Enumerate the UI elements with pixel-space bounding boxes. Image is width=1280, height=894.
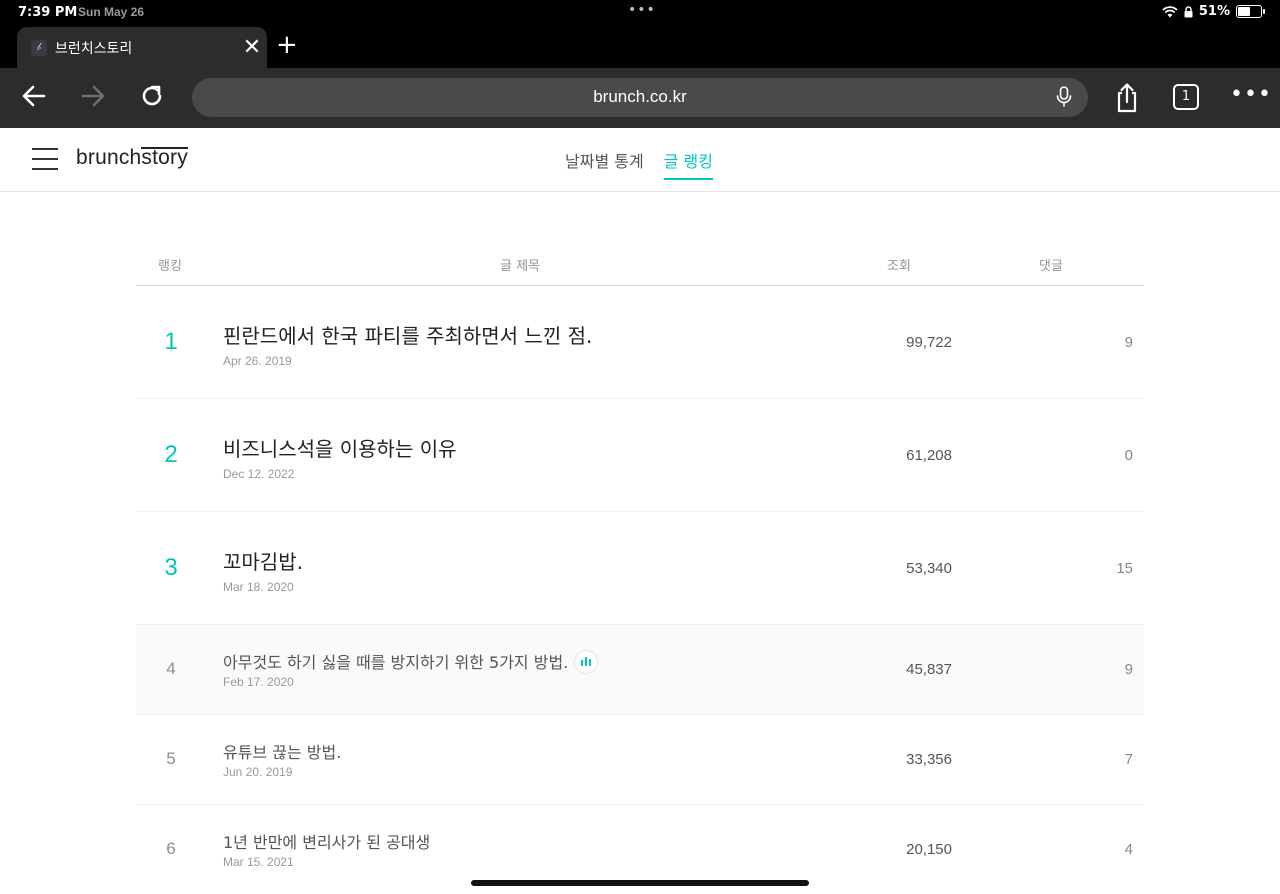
stats-chart-icon[interactable] — [574, 649, 599, 674]
comment-count: 9 — [1124, 661, 1133, 678]
tab-title: 브런치스토리 — [55, 40, 133, 57]
rank-number: 3 — [164, 554, 178, 581]
share-icon[interactable] — [1111, 82, 1145, 114]
url-text: brunch.co.kr — [593, 87, 687, 106]
tab-post-ranking[interactable]: 글 랭킹 — [663, 148, 713, 180]
tab-bar: 𝒷 브런치스토리 ✕ + — [0, 26, 1280, 68]
post-title-wrap[interactable]: 아무것도 하기 싫을 때를 방지하기 위한 5가지 방법. — [223, 649, 599, 676]
rank-number: 5 — [166, 749, 176, 768]
comment-count: 0 — [1124, 447, 1133, 464]
back-arrow-icon[interactable] — [17, 82, 51, 114]
microphone-icon[interactable] — [1056, 86, 1072, 108]
comment-count: 15 — [1116, 560, 1133, 577]
brunch-story-logo[interactable]: brunchstory — [76, 146, 188, 170]
comment-count: 9 — [1124, 334, 1133, 351]
header-comments: 댓글 — [1039, 259, 1063, 274]
site-header: brunchstory 날짜별 통계 글 랭킹 — [0, 128, 1280, 192]
logo-story: story — [141, 146, 188, 169]
stats-nav: 날짜별 통계 글 랭킹 — [565, 148, 713, 180]
address-bar[interactable]: brunch.co.kr — [192, 78, 1088, 117]
browser-tab[interactable]: 𝒷 브런치스토리 ✕ — [17, 27, 267, 68]
comment-count: 7 — [1124, 751, 1133, 768]
rank-number: 4 — [166, 659, 176, 678]
post-title[interactable]: 유튜브 끊는 방법. — [223, 739, 341, 763]
wifi-icon — [1162, 5, 1178, 17]
table-row[interactable]: 3 꼬마김밥. Mar 18. 2020 53,340 15 — [136, 512, 1144, 625]
lock-rotation-icon — [1184, 5, 1193, 17]
status-time: 7:39 PM — [18, 5, 78, 20]
tab-daily-stats[interactable]: 날짜별 통계 — [565, 148, 644, 180]
menu-icon[interactable] — [32, 148, 58, 170]
new-tab-icon[interactable]: + — [276, 30, 298, 60]
post-date: Jun 20. 2019 — [223, 765, 293, 779]
multitasking-dots-icon[interactable]: ••• — [628, 2, 656, 18]
status-right: 51% — [1162, 4, 1265, 19]
post-title[interactable]: 꼬마김밥. — [223, 546, 303, 575]
rank-number: 2 — [164, 441, 178, 468]
forward-arrow-icon[interactable] — [76, 82, 110, 114]
battery-percent: 51% — [1198, 4, 1230, 19]
rank-number: 6 — [166, 839, 176, 858]
post-title: 아무것도 하기 싫을 때를 방지하기 위한 5가지 방법. — [223, 653, 569, 672]
battery-icon — [1236, 5, 1265, 18]
table-header: 랭킹 글 제목 조회 댓글 — [136, 242, 1144, 286]
brunch-favicon-icon: 𝒷 — [31, 39, 47, 56]
comment-count: 4 — [1124, 841, 1133, 858]
logo-main: brunch — [76, 146, 142, 169]
status-date: Sun May 26 — [78, 5, 145, 19]
more-options-icon[interactable]: ••• — [1230, 82, 1272, 107]
post-title[interactable]: 1년 반만에 변리사가 된 공대생 — [223, 829, 430, 853]
home-indicator[interactable] — [471, 880, 809, 886]
view-count: 45,837 — [906, 661, 952, 678]
browser-toolbar: brunch.co.kr 1 ••• — [0, 68, 1280, 128]
header-views: 조회 — [887, 259, 911, 274]
post-date: Mar 15. 2021 — [223, 855, 294, 869]
reload-icon[interactable] — [135, 82, 169, 114]
header-title: 글 제목 — [500, 259, 541, 274]
view-count: 33,356 — [906, 751, 952, 768]
status-bar: 7:39 PM Sun May 26 ••• 51% — [0, 0, 1280, 26]
close-tab-icon[interactable]: ✕ — [237, 35, 267, 60]
view-count: 20,150 — [906, 841, 952, 858]
table-row[interactable]: 5 유튜브 끊는 방법. Jun 20. 2019 33,356 7 — [136, 715, 1144, 805]
view-count: 61,208 — [906, 447, 952, 464]
post-date: Mar 18. 2020 — [223, 580, 294, 594]
tab-switcher-button[interactable]: 1 — [1173, 84, 1199, 110]
post-title[interactable]: 핀란드에서 한국 파티를 주최하면서 느낀 점. — [223, 320, 592, 349]
post-date: Feb 17. 2020 — [223, 675, 294, 689]
header-rank: 랭킹 — [158, 259, 182, 274]
post-date: Apr 26. 2019 — [223, 354, 292, 368]
view-count: 53,340 — [906, 560, 952, 577]
view-count: 99,722 — [906, 334, 952, 351]
rank-number: 1 — [164, 328, 178, 355]
table-row[interactable]: 2 비즈니스석을 이용하는 이유 Dec 12. 2022 61,208 0 — [136, 399, 1144, 512]
post-date: Dec 12. 2022 — [223, 467, 295, 481]
table-row[interactable]: 4 아무것도 하기 싫을 때를 방지하기 위한 5가지 방법. Feb 17. … — [136, 625, 1144, 715]
table-row[interactable]: 1 핀란드에서 한국 파티를 주최하면서 느낀 점. Apr 26. 2019 … — [136, 286, 1144, 399]
ranking-table: 랭킹 글 제목 조회 댓글 1 핀란드에서 한국 파티를 주최하면서 느낀 점.… — [136, 242, 1144, 894]
post-title[interactable]: 비즈니스석을 이용하는 이유 — [223, 433, 457, 462]
